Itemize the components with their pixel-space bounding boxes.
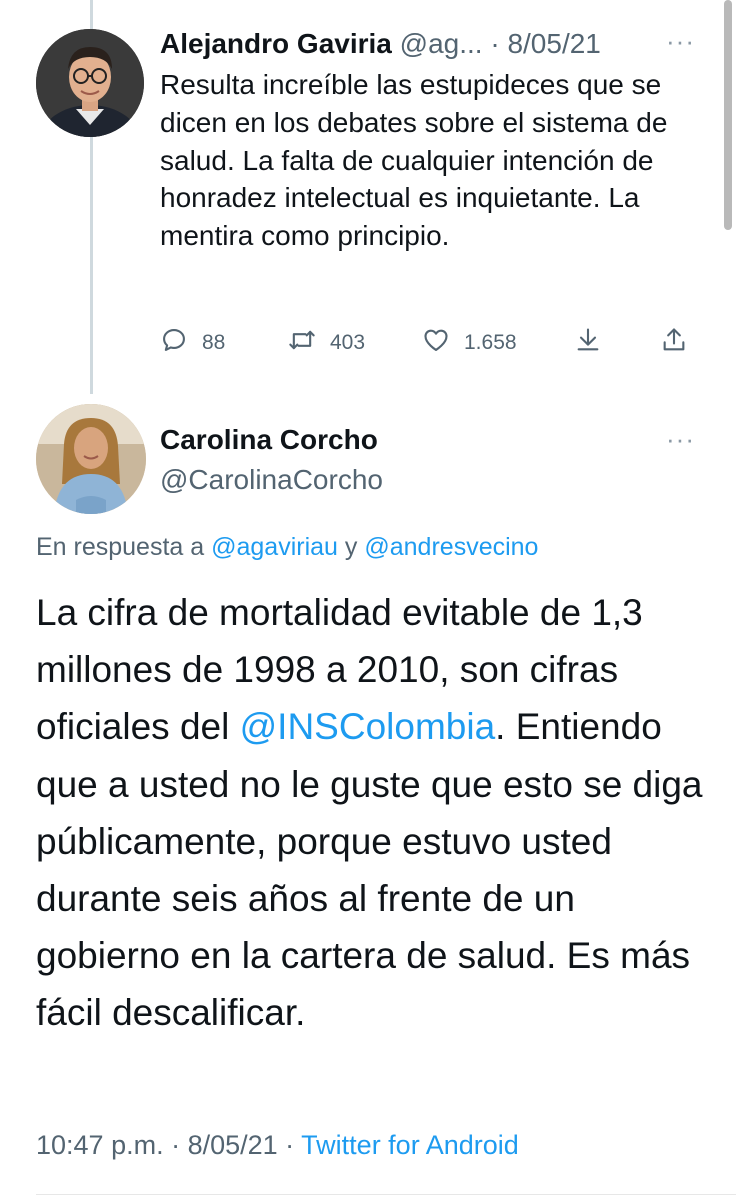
tweet-date: · 8/05/21 · — [163, 1130, 302, 1160]
tweet-source[interactable]: Twitter for Android — [301, 1130, 519, 1160]
more-options-icon[interactable]: ··· — [666, 424, 695, 455]
mention-link[interactable]: @andresvecino — [364, 533, 538, 561]
replying-to: En respuesta a @agaviriau y @andresvecin… — [36, 533, 538, 562]
tweet2-text-part: . Entiendo que a usted no le guste que e… — [36, 706, 703, 1034]
tweet-metadata: 10:47 p.m. · 8/05/21 · Twitter for Andro… — [36, 1130, 519, 1161]
reply-count: 88 — [202, 331, 226, 354]
avatar-carolina-corcho[interactable] — [36, 404, 146, 514]
tweet-date[interactable]: · 8/05/21 — [490, 28, 601, 59]
avatar-alejandro-gaviria[interactable] — [36, 29, 144, 137]
retweet-button[interactable]: 403 — [288, 326, 365, 360]
tweet1-header: Alejandro Gaviria @ag... · 8/05/21 — [160, 28, 601, 60]
like-count: 1.658 — [464, 331, 517, 354]
mention-link[interactable]: @INSColombia — [240, 706, 496, 747]
share-button[interactable] — [660, 326, 688, 360]
author-name[interactable]: Alejandro Gaviria — [160, 28, 392, 59]
author-name[interactable]: Carolina Corcho — [160, 424, 378, 456]
bookmark-button[interactable] — [574, 326, 602, 360]
scrollbar[interactable] — [724, 0, 732, 230]
share-icon — [660, 326, 688, 360]
like-button[interactable]: 1.658 — [422, 326, 517, 360]
divider — [36, 1194, 736, 1195]
more-options-icon[interactable]: ··· — [666, 26, 695, 57]
mention-link[interactable]: @agaviriau — [211, 533, 338, 561]
tweet1-text: Resulta increíble las estupideces que se… — [160, 69, 668, 252]
reply-button[interactable]: 88 — [160, 326, 225, 360]
retweet-icon — [288, 326, 316, 360]
like-icon — [422, 326, 450, 360]
author-handle[interactable]: @ag... — [400, 28, 483, 59]
reply-connector: y — [337, 533, 365, 561]
reply-icon — [160, 326, 188, 360]
tweet-time[interactable]: 10:47 p.m. — [36, 1130, 164, 1160]
bookmark-icon — [574, 326, 602, 360]
tweet2-text: La cifra de mortalidad evitable de 1,3 m… — [36, 584, 726, 1042]
tweet1-actions: 88 403 1.658 — [160, 326, 700, 360]
reply-prefix: En respuesta a — [36, 533, 212, 561]
retweet-count: 403 — [330, 331, 366, 354]
author-handle[interactable]: @CarolinaCorcho — [160, 464, 383, 496]
